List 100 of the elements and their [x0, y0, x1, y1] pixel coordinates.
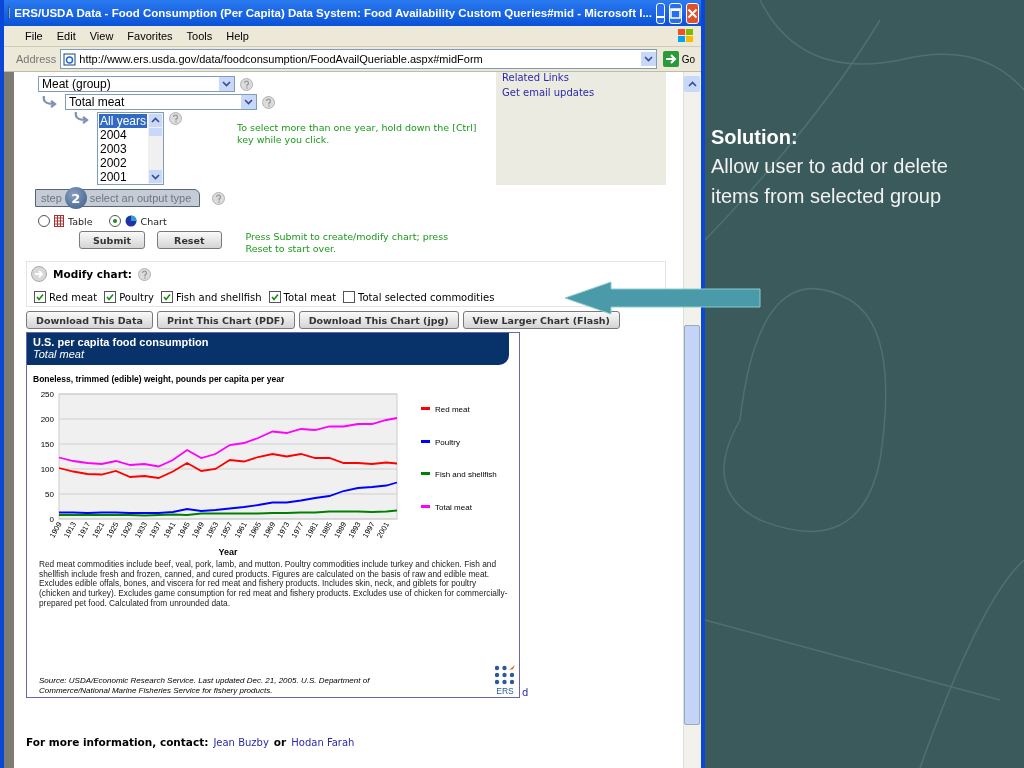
slide-text: Allow user to add or delete items from selected group	[711, 154, 949, 209]
list-option[interactable]: All years	[99, 114, 147, 128]
checkbox[interactable]	[104, 291, 117, 303]
checkbox-label[interactable]: Total selected commodities	[358, 291, 495, 303]
check-icon	[106, 293, 115, 301]
dropdown-button[interactable]	[640, 52, 656, 66]
checkbox-label[interactable]: Poultry	[119, 291, 154, 303]
help-icon[interactable]	[240, 77, 253, 91]
logo-text: ERS	[496, 686, 514, 696]
radio-label[interactable]: Chart	[140, 215, 167, 227]
legend-label: Total meat	[435, 502, 472, 512]
dot-grid-logo-icon	[494, 665, 516, 685]
slide-heading: Solution:	[711, 125, 799, 150]
legend-swatch	[421, 472, 430, 475]
chart-notes: Red meat commodities include beef, veal, pork, lamb, and mutton. Poultry commodities include turkey and chicken. Fish and shellfish include fresh and frozen, canned, and cured products. Figures are calculated on the basis of raw and edible meat. Excludes edible offals, bones, and viscera for red meat and fishery products. Includes skin, neck, and giblets for poultry (chicken and turkey). Excludes game consumption for red meat and fishery products. Excludes use of chicken for commercially-prepared pet food. Calculated from unrounded data.	[39, 560, 509, 609]
table-icon	[54, 215, 64, 227]
checkbox-label[interactable]: Fish and shellfish	[176, 291, 262, 303]
select-field[interactable]: Meat (group)	[38, 76, 235, 92]
help-icon[interactable]	[169, 112, 182, 125]
select-field[interactable]: Total meat	[65, 94, 257, 110]
years-listbox[interactable]: All years 2004 2003 2002 2001	[97, 112, 164, 185]
chevron-icon	[222, 81, 231, 87]
menu-item[interactable]: Help	[221, 30, 254, 42]
help-icon[interactable]	[212, 191, 226, 205]
menu-item[interactable]: File	[20, 30, 48, 42]
arrow-icon	[662, 51, 679, 67]
legend-label: Fish and shellfish	[435, 469, 497, 479]
source-note: Source: USDA/Economic Research Service. Last updated Dec. 21, 2005. U.S. Department of Commerce/National Marine Fisheries Service for fishery products.	[39, 676, 371, 696]
menu-item[interactable]: Tools	[181, 30, 218, 42]
menu-item[interactable]: View	[84, 30, 119, 42]
minimize-icon	[657, 16, 664, 18]
check-icon	[270, 293, 279, 301]
axis-title: Year	[218, 547, 238, 557]
section-title: Modify chart:	[53, 268, 133, 280]
check-icon	[163, 293, 171, 301]
chevron-icon	[687, 81, 697, 87]
address-label: Address	[16, 53, 57, 65]
close-icon	[687, 7, 698, 19]
radio-label[interactable]: Table	[68, 215, 93, 227]
sidebar-link[interactable]: Get email updates	[502, 87, 660, 98]
pie-chart-icon	[124, 215, 137, 227]
legend-swatch	[421, 505, 430, 508]
checkbox[interactable]	[343, 291, 356, 303]
y-tick-label: 100	[40, 465, 54, 474]
y-tick-label: 150	[40, 440, 54, 449]
checkbox-label[interactable]: Total meat	[283, 291, 337, 303]
form-button[interactable]: Reset	[157, 231, 222, 249]
y-tick-label: 250	[40, 390, 54, 399]
checkbox[interactable]	[34, 291, 46, 303]
hint-text: Press Submit to create/modify chart; press Reset to start over.	[245, 231, 450, 255]
maximize-button[interactable]	[669, 2, 682, 24]
contact-link[interactable]: Hodan Farah	[291, 737, 355, 748]
minimize-button[interactable]	[656, 2, 665, 24]
scrollbar-thumb[interactable]	[684, 325, 700, 725]
menu-item[interactable]: Edit	[51, 30, 81, 42]
scroll-up-button[interactable]	[684, 76, 700, 92]
hint-text: To select more than one year, hold down the [Ctrl] key while you click.	[237, 122, 477, 146]
close-button[interactable]	[686, 2, 699, 24]
contact-link[interactable]: Jean Buzby	[213, 737, 269, 748]
sidebar-link[interactable]: Related Links	[502, 72, 660, 83]
form-button[interactable]: Submit	[79, 231, 146, 249]
window-title: ERS/USDA Data - Food Consumption (Per Capita) Data System: Food Availability Custom Queries#mid - Microsoft I...	[14, 7, 652, 19]
help-icon[interactable]	[262, 95, 275, 109]
list-option[interactable]: 2004	[99, 128, 147, 142]
go-button[interactable]: Go	[660, 51, 697, 67]
list-option[interactable]: 2003	[99, 142, 147, 156]
address-field[interactable]: http://www.ers.usda.gov/data/foodconsumption/FoodAvailQueriable.aspx#midForm	[60, 49, 657, 69]
checkbox[interactable]	[268, 291, 281, 303]
check-icon	[36, 293, 44, 301]
checkbox[interactable]	[161, 291, 173, 303]
radio-button[interactable]	[108, 215, 121, 227]
chart-button[interactable]: View Larger Chart (Flash)	[462, 311, 620, 329]
list-option[interactable]: 2001	[99, 170, 147, 184]
card-subtitle: Total meat	[33, 348, 86, 360]
chevron-icon	[643, 56, 653, 62]
card-title: U.S. per capita food consumption	[33, 336, 210, 348]
legend-label: Poultry	[435, 437, 460, 447]
legend-swatch	[421, 440, 430, 443]
step-label: select an output type	[89, 192, 192, 204]
chart-button[interactable]: Download This Chart (jpg)	[298, 311, 459, 329]
step-word: step	[41, 192, 62, 204]
scrollbar-drawing	[148, 113, 163, 184]
link-text[interactable]: d	[522, 687, 529, 698]
y-tick-label: 50	[45, 490, 54, 499]
chart-button[interactable]: Print This Chart (PDF)	[156, 311, 295, 329]
help-icon[interactable]	[138, 267, 152, 281]
chart-button[interactable]: Download This Data	[26, 311, 153, 329]
legend-label: Red meat	[435, 404, 470, 414]
y-tick-label: 200	[40, 415, 54, 424]
flag-logo-icon	[677, 28, 695, 44]
chevron-icon	[244, 99, 253, 105]
maximize-icon	[670, 7, 681, 19]
legend-swatch	[421, 407, 430, 410]
y-tick-label: 0	[49, 515, 54, 524]
radio-button[interactable]	[38, 215, 50, 227]
contact-label: For more information, contact:	[26, 736, 209, 748]
checkbox-label[interactable]: Red meat	[49, 291, 98, 303]
list-option[interactable]: 2002	[99, 156, 147, 170]
joiner-text: or	[273, 736, 287, 748]
menu-item[interactable]: Favorites	[122, 30, 178, 42]
